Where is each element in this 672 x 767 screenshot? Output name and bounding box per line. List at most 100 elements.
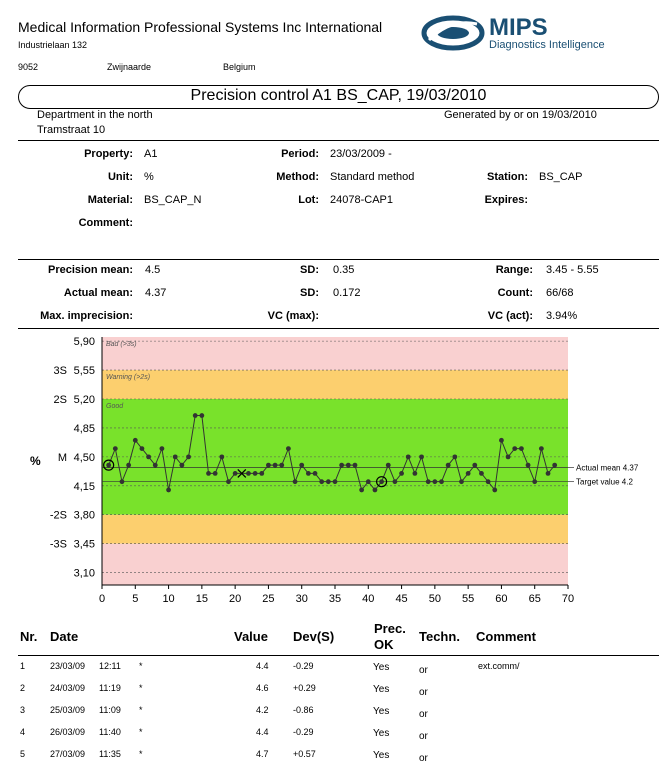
data-point — [425, 479, 431, 485]
count-value: 66/68 — [546, 287, 574, 299]
data-point — [325, 479, 331, 485]
zone-label: Warning (>2s) — [106, 374, 150, 381]
x-tick-label: 15 — [196, 593, 208, 605]
actual-mean-value: 4.37 — [145, 287, 167, 299]
actual-mean-label: Actual mean 4.37 — [576, 464, 639, 473]
data-point — [139, 446, 145, 451]
report-title: Precision control A1 BS_CAP, 19/03/2010 — [190, 87, 487, 104]
row-date: 25/03/09 — [50, 705, 86, 715]
x-tick-label: 10 — [162, 593, 174, 605]
y-sd-label: 3S — [54, 365, 67, 377]
precision-mean-label: Precision mean: — [48, 264, 133, 276]
data-point — [112, 446, 118, 451]
unit-label: Unit: — [107, 171, 133, 183]
data-point — [299, 462, 305, 468]
y-sd-label: M — [58, 452, 67, 464]
data-point — [219, 454, 225, 460]
data-point — [525, 462, 531, 468]
row-star: * — [139, 683, 143, 693]
generated-by: Generated by or on 19/03/2010 — [444, 109, 597, 121]
report-title-box: Precision control A1 BS_CAP, 19/03/2010 — [18, 85, 659, 109]
range-label: Range: — [495, 264, 533, 276]
x-tick-label: 55 — [462, 593, 474, 605]
lot-value: 24078-CAP1 — [330, 194, 393, 206]
data-point — [405, 454, 411, 460]
data-point — [359, 487, 365, 493]
data-point — [259, 471, 265, 476]
data-point — [305, 471, 311, 476]
row-date: 27/03/09 — [50, 749, 86, 759]
row-nr: 3 — [20, 705, 26, 715]
row-date: 23/03/09 — [50, 661, 86, 671]
vc-act-value: 3.94% — [546, 310, 578, 322]
x-tick-label: 50 — [429, 593, 441, 605]
row-time: 11:40 — [99, 727, 121, 737]
zone-band — [102, 337, 568, 371]
data-point — [392, 479, 398, 485]
property-label: Property: — [84, 148, 133, 160]
data-point — [472, 462, 478, 468]
company-postcode: 9052 — [18, 62, 39, 72]
precision-control-chart: Bad (>3s) Warning (>2s) Good 5,90 5,55 3S 5,2… — [30, 336, 639, 605]
row-prec-ok: Yes — [373, 684, 390, 695]
row-comment: ext.comm/ — [478, 661, 520, 671]
row-dev: +0.29 — [293, 683, 316, 693]
data-point — [452, 454, 458, 460]
row-techn: or — [419, 753, 428, 764]
col-nr-header: Nr. — [20, 629, 38, 644]
data-point — [186, 454, 191, 460]
row-value: 4.4 — [256, 661, 269, 671]
material-value: BS_CAP_N — [144, 194, 202, 206]
y-sd-label: -2S — [50, 510, 67, 522]
row-dev: -0.29 — [293, 727, 314, 737]
x-tick-label: 35 — [329, 593, 341, 605]
row-techn: or — [419, 687, 428, 698]
department-street: Tramstraat 10 — [37, 124, 106, 136]
range-value: 3.45 - 5.55 — [546, 264, 599, 276]
mips-logo: MIPS Diagnostics Intelligence — [421, 12, 641, 54]
company-name: Medical Information Professional Systems… — [18, 19, 383, 35]
col-dev-header: Dev(S) — [293, 629, 335, 644]
row-nr: 2 — [20, 683, 26, 693]
data-point — [365, 479, 371, 485]
sd-label: SD: — [300, 264, 319, 276]
data-point — [212, 471, 218, 476]
data-point — [485, 479, 491, 485]
x-tick-label: 40 — [362, 593, 374, 605]
data-point — [252, 471, 258, 476]
x-tick-label: 30 — [296, 593, 308, 605]
data-point — [172, 454, 178, 460]
data-point — [499, 437, 504, 443]
col-prec-header-line2: OK — [374, 637, 394, 652]
data-point — [479, 471, 484, 476]
data-point — [272, 462, 278, 468]
expires-label: Expires: — [484, 194, 528, 206]
row-date: 26/03/09 — [50, 727, 86, 737]
row-techn: or — [419, 665, 428, 676]
y-tick-label: 5,55 — [74, 365, 95, 377]
actual-mean-label: Actual mean: — [63, 287, 133, 299]
row-time: 12:11 — [99, 661, 121, 671]
lot-label: Lot: — [298, 194, 319, 206]
zone-label: Bad (>3s) — [106, 341, 137, 348]
data-point — [379, 479, 384, 485]
department-name: Department in the north — [37, 109, 153, 121]
sd-actual-label: SD: — [300, 287, 319, 299]
row-star: * — [139, 749, 143, 759]
data-point — [399, 471, 404, 476]
row-nr: 1 — [20, 661, 26, 671]
row-value: 4.2 — [256, 705, 269, 715]
data-point — [432, 479, 438, 485]
max-imprecision-label: Max. imprecision: — [40, 310, 133, 322]
col-value-header: Value — [234, 629, 268, 644]
target-value-label: Target value 4.2 — [576, 478, 633, 487]
vc-max-label: VC (max): — [267, 310, 319, 322]
row-nr: 4 — [20, 727, 26, 737]
data-point — [146, 454, 152, 460]
data-point — [279, 462, 285, 468]
col-date-header: Date — [50, 629, 79, 644]
method-label: Method: — [276, 171, 319, 183]
row-star: * — [139, 727, 143, 737]
row-prec-ok: Yes — [373, 728, 390, 739]
y-tick-label: 4,85 — [74, 423, 95, 435]
